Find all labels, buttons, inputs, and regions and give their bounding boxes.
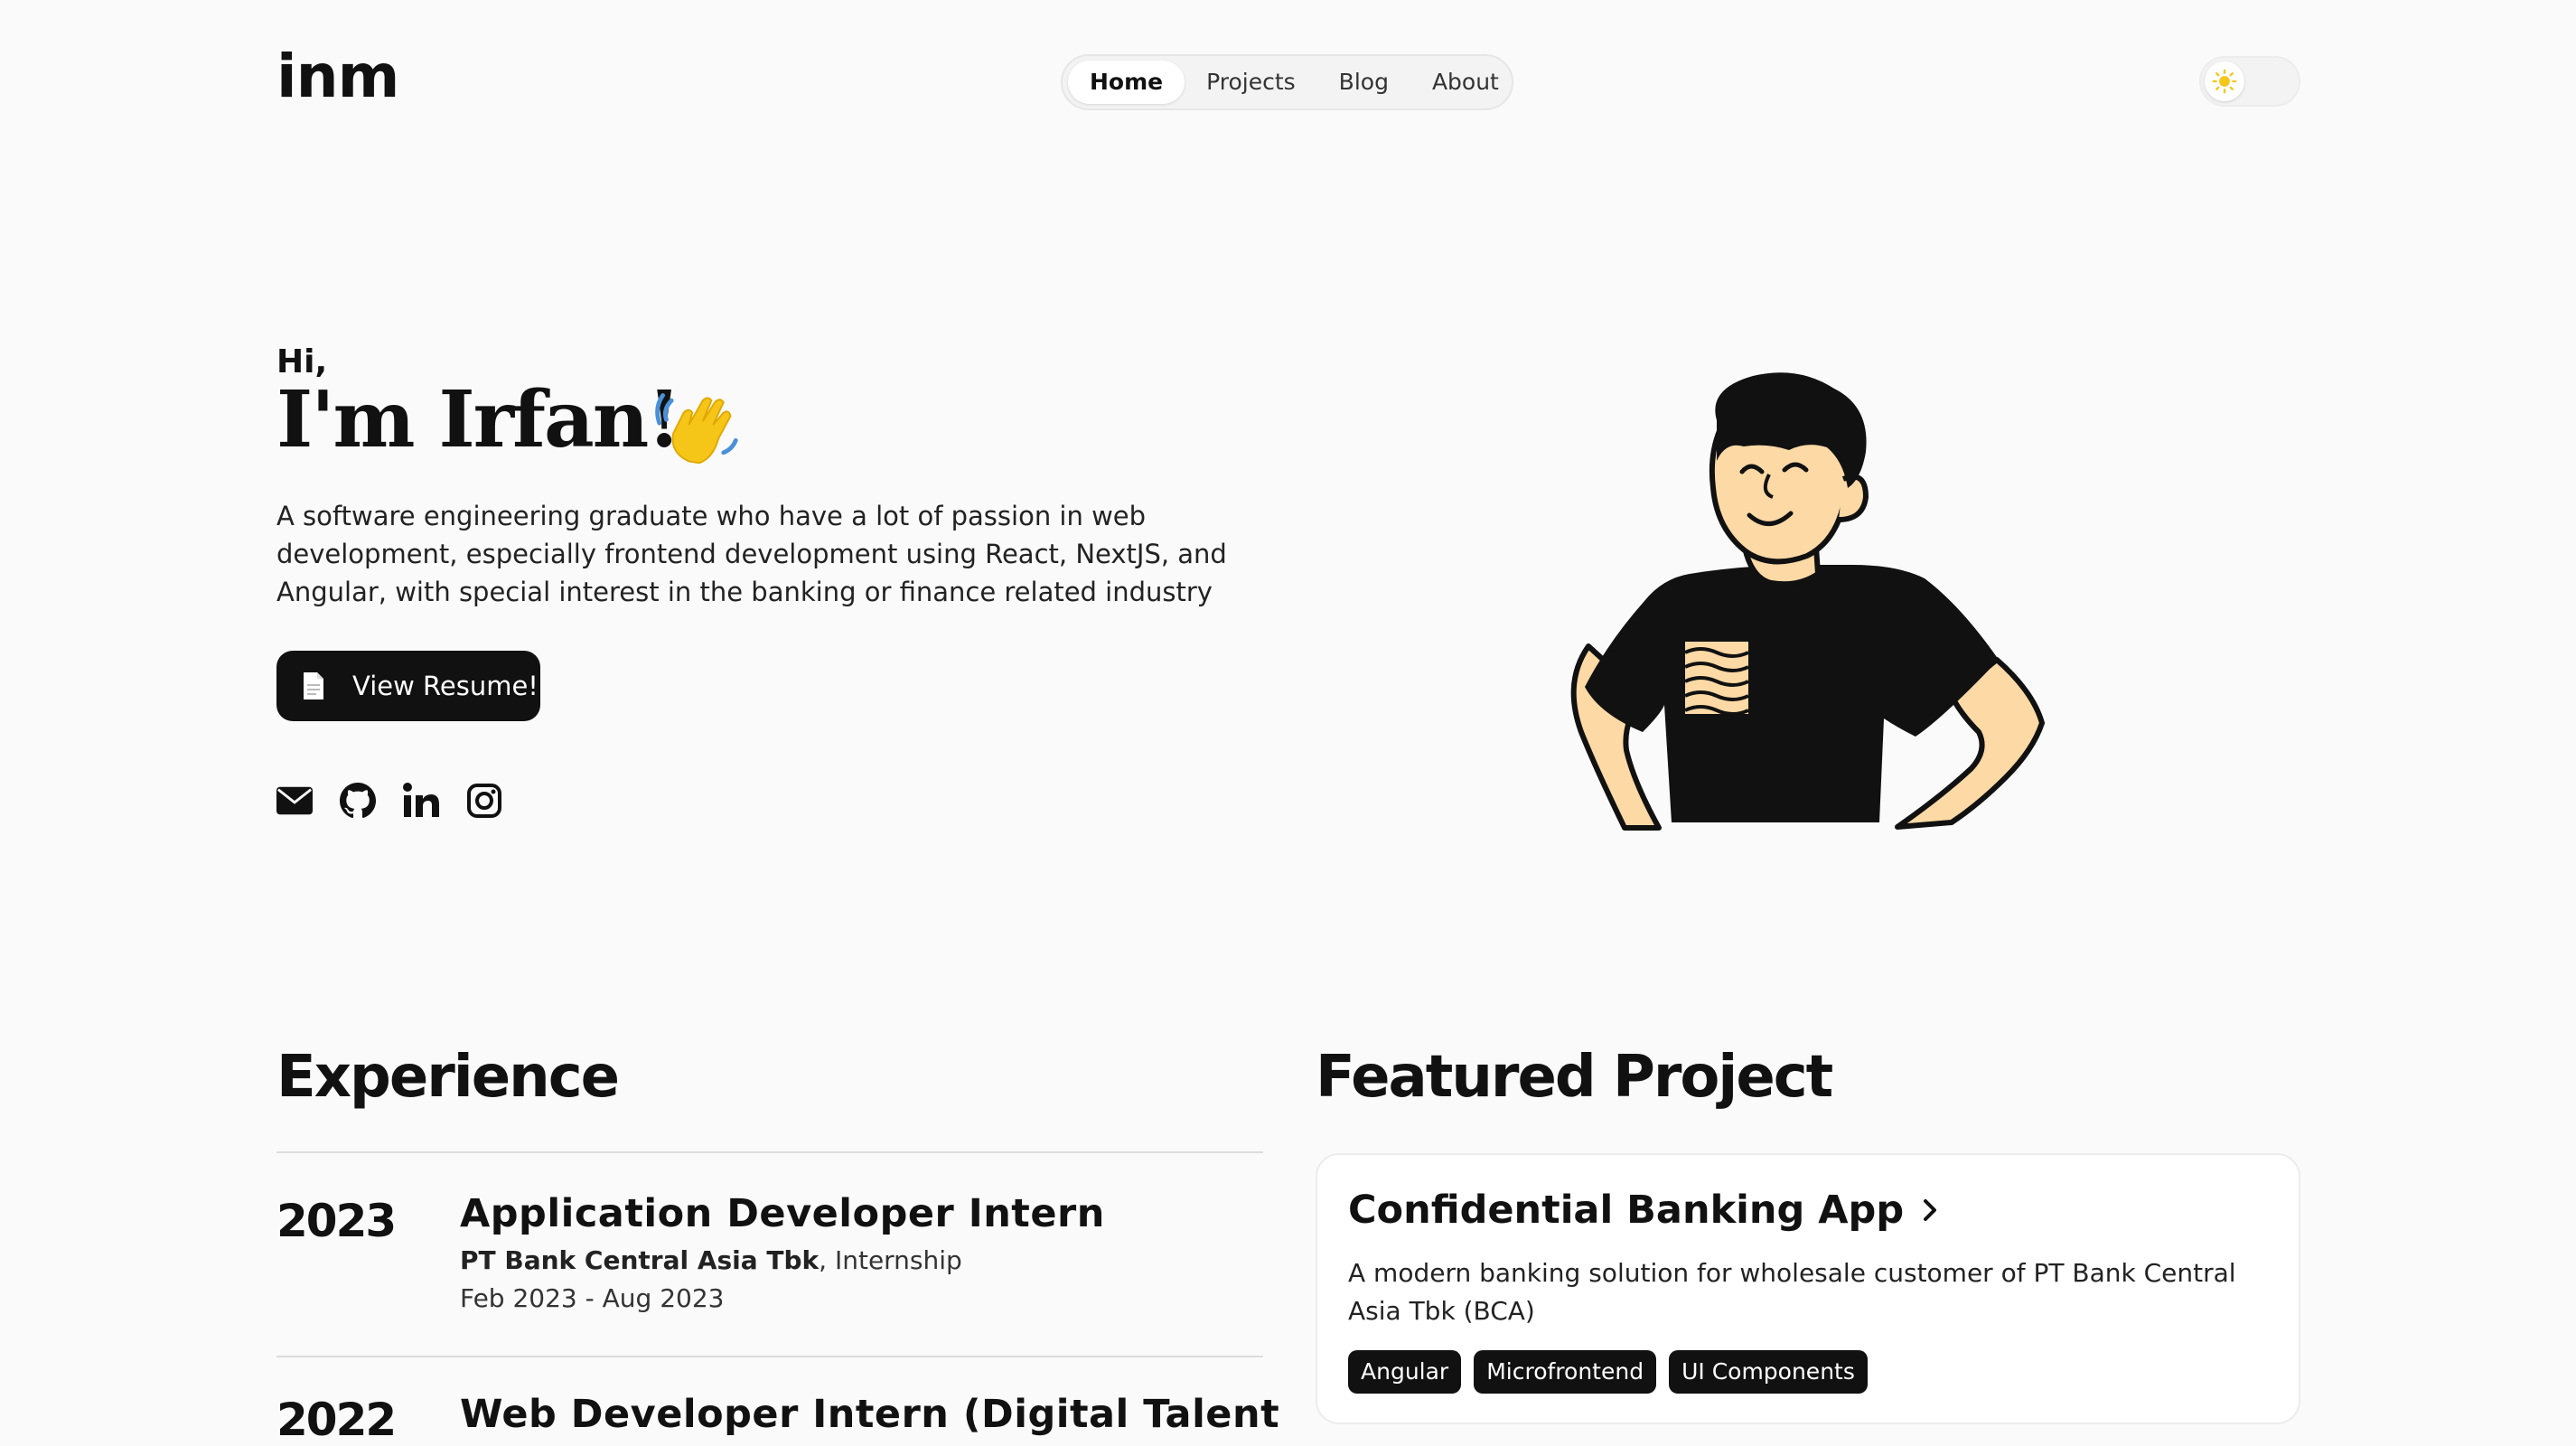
experience-heading: Experience [276,1044,620,1111]
project-title: Confidential Banking App [1348,1188,1905,1233]
project-card[interactable]: Confidential Banking App A modern bankin… [1316,1153,2300,1424]
experience-divider [276,1151,1263,1153]
project-tags: Angular Microfrontend UI Components [1348,1350,1868,1394]
mail-icon[interactable] [276,783,313,819]
experience-role: Application Developer Intern [460,1191,1105,1236]
company-name: PT Bank Central Asia Tbk [460,1245,820,1275]
hero-name: I'm Irfan! [276,374,681,465]
nav-item-about[interactable]: About [1410,61,1521,104]
experience-dates: Feb 2023 - Aug 2023 [460,1283,725,1313]
sun-icon [2212,69,2237,94]
hero-intro: A software engineering graduate who have… [276,501,1227,607]
experience-year: 2023 [276,1195,397,1247]
nav-item-home[interactable]: Home [1068,61,1185,104]
view-resume-button[interactable]: View Resume! [276,651,540,721]
project-tag: Microfrontend [1474,1350,1657,1394]
chevron-right-icon [1924,1199,1937,1221]
experience-divider [276,1356,1263,1357]
document-icon [304,672,323,700]
project-tag: UI Components [1669,1350,1868,1394]
theme-toggle-knob [2205,61,2244,101]
waving-hand-icon [655,393,738,465]
employment-type: , Internship [819,1245,962,1275]
page: inm Home Projects Blog About Hi, I'm Irf… [0,0,2576,1446]
experience-role: Web Developer Intern (Digital Talent [460,1392,1280,1437]
avatar-illustration [1570,372,2045,831]
project-description: A modern banking solution for wholesale … [1348,1258,2236,1326]
nav-item-blog[interactable]: Blog [1317,61,1410,104]
linkedin-icon[interactable] [403,783,439,819]
experience-year: 2022 [276,1394,397,1446]
site-logo[interactable]: inm [276,47,399,107]
nav-item-projects[interactable]: Projects [1185,61,1317,104]
project-tag: Angular [1348,1350,1462,1394]
theme-toggle[interactable] [2199,56,2300,107]
instagram-icon[interactable] [466,783,502,819]
view-resume-label: View Resume! [352,671,539,701]
featured-project-heading: Featured Project [1316,1044,1833,1111]
main-nav: Home Projects Blog About [1061,54,1513,110]
social-links [276,783,502,819]
experience-company: PT Bank Central Asia Tbk, Internship [460,1245,962,1275]
github-icon[interactable] [340,783,376,819]
project-title-link[interactable]: Confidential Banking App [1348,1188,1940,1233]
